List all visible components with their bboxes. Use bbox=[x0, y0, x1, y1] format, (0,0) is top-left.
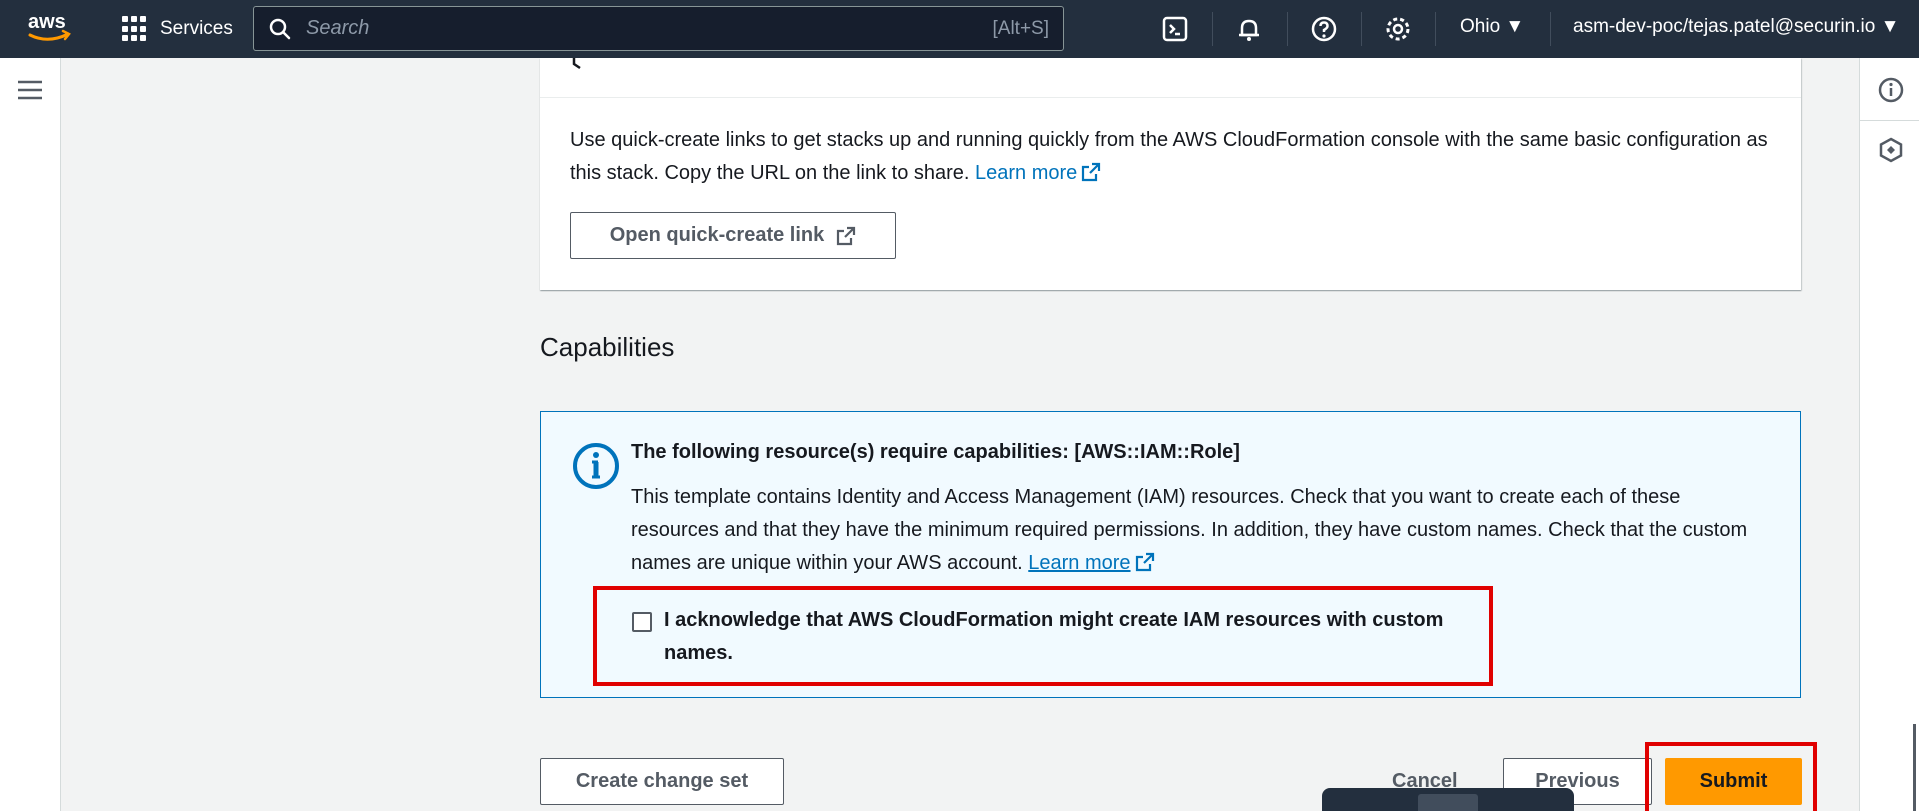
search-icon bbox=[269, 18, 291, 39]
apps-grid-icon bbox=[122, 16, 148, 42]
search-placeholder: Search bbox=[306, 17, 370, 39]
services-label: Services bbox=[160, 18, 233, 39]
open-quick-create-link-button[interactable]: Open quick-create link bbox=[570, 212, 896, 259]
nav-divider bbox=[1212, 12, 1213, 46]
settings-gear-icon[interactable] bbox=[1384, 15, 1412, 43]
collapse-chevron-icon[interactable] bbox=[570, 58, 590, 72]
submit-highlight-box bbox=[1645, 742, 1817, 811]
rail-divider bbox=[1860, 120, 1919, 121]
scrollbar-thumb[interactable] bbox=[1913, 724, 1916, 811]
floating-feedback-bar[interactable] bbox=[1322, 788, 1574, 811]
cloudshell-icon[interactable] bbox=[1161, 15, 1189, 43]
create-change-set-button[interactable]: Create change set bbox=[540, 758, 784, 805]
alert-body: This template contains Identity and Acce… bbox=[631, 481, 1771, 580]
external-link-icon bbox=[837, 226, 856, 245]
left-navigation-rail bbox=[0, 58, 61, 811]
search-shortcut: [Alt+S] bbox=[992, 17, 1050, 39]
top-navigation: aws Services Search [Alt+S] Ohio ▼ asm-d… bbox=[0, 0, 1919, 58]
info-icon[interactable] bbox=[1878, 77, 1904, 103]
region-label: Ohio bbox=[1460, 16, 1501, 37]
quick-create-description: Use quick-create links to get stacks up … bbox=[570, 124, 1770, 190]
alert-title: The following resource(s) require capabi… bbox=[631, 441, 1240, 463]
capabilities-heading: Capabilities bbox=[540, 332, 675, 362]
account-label: asm-dev-poc/tejas.patel@securin.io bbox=[1573, 16, 1876, 37]
info-circle-icon bbox=[573, 443, 619, 489]
explore-hexagon-icon[interactable] bbox=[1878, 137, 1904, 163]
nav-divider bbox=[1361, 12, 1362, 46]
button-label: Open quick-create link bbox=[609, 224, 825, 246]
nav-divider bbox=[1287, 12, 1288, 46]
notifications-bell-icon[interactable] bbox=[1235, 15, 1263, 43]
caret-down-icon: ▼ bbox=[1505, 16, 1525, 37]
panel-header bbox=[540, 58, 1801, 98]
learn-more-link[interactable]: Learn more bbox=[1028, 552, 1130, 574]
floating-bar-handle[interactable] bbox=[1418, 794, 1478, 811]
acknowledge-iam-label[interactable]: I acknowledge that AWS CloudFormation mi… bbox=[664, 604, 1484, 670]
quick-create-panel: Use quick-create links to get stacks up … bbox=[540, 58, 1801, 290]
help-icon[interactable] bbox=[1310, 15, 1338, 43]
learn-more-link[interactable]: Learn more bbox=[975, 162, 1077, 184]
external-link-icon bbox=[1082, 162, 1101, 182]
external-link-icon bbox=[1135, 552, 1154, 572]
acknowledge-iam-checkbox[interactable] bbox=[632, 612, 652, 632]
search-input[interactable]: Search [Alt+S] bbox=[253, 6, 1064, 51]
services-menu-button[interactable]: Services bbox=[122, 14, 233, 44]
right-tools-rail bbox=[1859, 58, 1919, 811]
alert-body-text: This template contains Identity and Acce… bbox=[631, 486, 1748, 574]
description-text: Use quick-create links to get stacks up … bbox=[570, 129, 1768, 184]
caret-down-icon: ▼ bbox=[1880, 16, 1900, 37]
svg-text:aws: aws bbox=[28, 11, 66, 33]
nav-divider bbox=[1550, 12, 1551, 46]
button-label: Create change set bbox=[575, 770, 749, 792]
nav-divider bbox=[1435, 12, 1436, 46]
aws-logo[interactable]: aws bbox=[26, 10, 74, 46]
menu-hamburger-icon[interactable] bbox=[18, 80, 42, 100]
region-selector[interactable]: Ohio ▼ bbox=[1460, 16, 1524, 38]
account-menu[interactable]: asm-dev-poc/tejas.patel@securin.io ▼ bbox=[1573, 16, 1899, 38]
